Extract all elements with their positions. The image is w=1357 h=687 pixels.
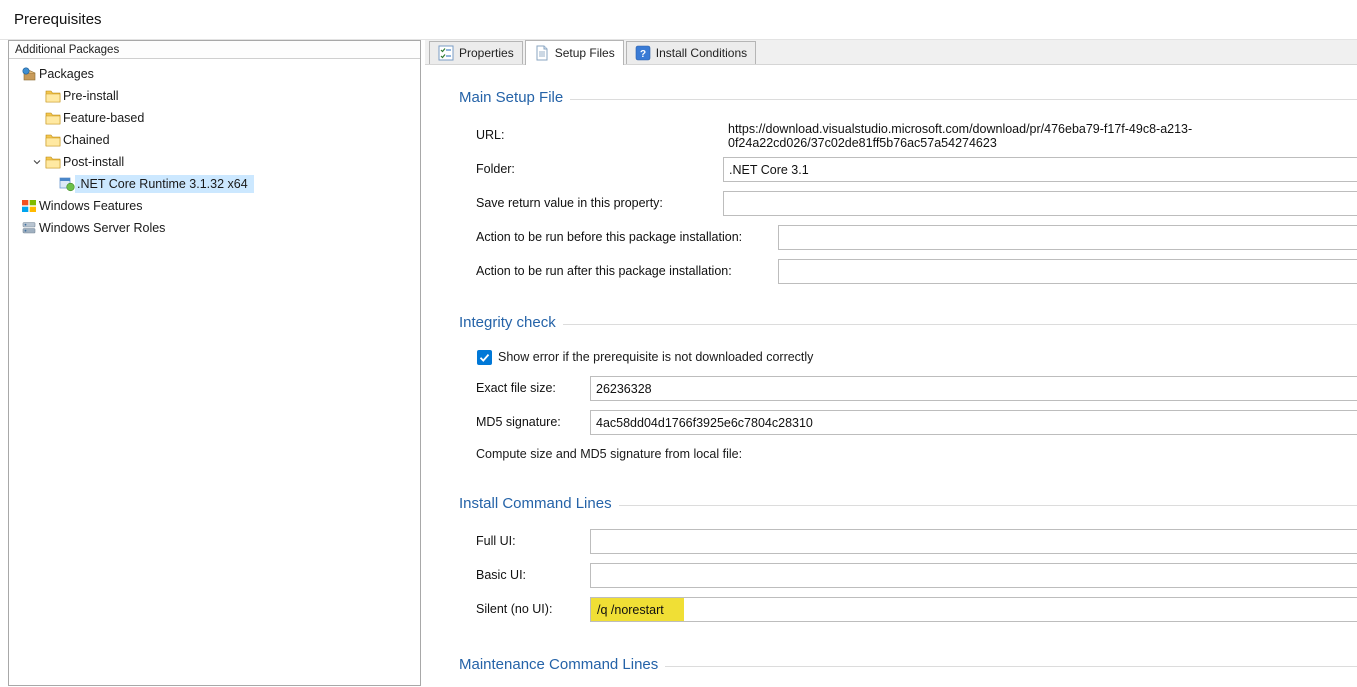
full-ui-row: Full UI: — [459, 524, 1357, 558]
windows-features-icon — [21, 198, 37, 214]
tab-label: Properties — [459, 46, 514, 60]
action-after-label: Action to be run after this package inst… — [476, 264, 732, 278]
tab-label: Install Conditions — [656, 46, 747, 60]
action-after-row: Action to be run after this package inst… — [459, 254, 1357, 288]
compute-row: Compute size and MD5 signature from loca… — [459, 439, 1357, 469]
section-rule — [619, 505, 1357, 506]
file-size-row: Exact file size: — [459, 371, 1357, 405]
windows-server-roles-icon — [21, 220, 37, 236]
tab-properties[interactable]: Properties — [429, 41, 523, 64]
compute-label: Compute size and MD5 signature from loca… — [476, 447, 742, 461]
section-rule — [570, 99, 1357, 100]
sidebar: Additional Packages Packages Pre-install… — [8, 40, 421, 686]
show-error-checkbox[interactable] — [477, 350, 492, 365]
md5-row: MD5 signature: — [459, 405, 1357, 439]
silent-row: Silent (no UI): /q /norestart — [459, 592, 1357, 626]
full-ui-label: Full UI: — [476, 534, 516, 548]
section-install-command-lines: Install Command Lines — [459, 495, 1357, 512]
show-error-row: Show error if the prerequisite is not do… — [459, 343, 1357, 371]
basic-ui-input[interactable] — [590, 563, 1357, 588]
netcore-package-icon — [59, 176, 75, 192]
basic-ui-row: Basic UI: — [459, 558, 1357, 592]
tree-item-netcore-runtime[interactable]: .NET Core Runtime 3.1.32 x64 — [9, 173, 420, 195]
folder-icon — [45, 132, 61, 148]
properties-icon — [438, 45, 454, 61]
section-title: Install Command Lines — [459, 495, 612, 512]
save-return-input[interactable] — [723, 191, 1357, 216]
tree-item-label: Pre-install — [63, 89, 119, 103]
action-before-input[interactable] — [778, 225, 1357, 250]
chevron-down-icon[interactable] — [29, 154, 45, 170]
md5-label: MD5 signature: — [476, 415, 561, 429]
save-return-label: Save return value in this property: — [476, 196, 663, 210]
file-size-label: Exact file size: — [476, 381, 556, 395]
setup-files-panel: Main Setup File URL: https://download.vi… — [425, 65, 1357, 686]
setup-files-icon — [534, 45, 550, 61]
silent-input[interactable]: /q /norestart — [590, 597, 1357, 622]
page-title: Prerequisites — [0, 0, 1357, 40]
tab-setup-files[interactable]: Setup Files — [525, 40, 624, 65]
action-after-input[interactable] — [778, 259, 1357, 284]
show-error-label: Show error if the prerequisite is not do… — [498, 350, 813, 364]
save-return-row: Save return value in this property: — [459, 186, 1357, 220]
tree-item-packages[interactable]: Packages — [9, 63, 420, 85]
section-title: Maintenance Command Lines — [459, 656, 658, 673]
url-label: URL: — [476, 128, 504, 142]
tree-item-pre-install[interactable]: Pre-install — [9, 85, 420, 107]
section-title: Integrity check — [459, 314, 556, 331]
basic-ui-label: Basic UI: — [476, 568, 526, 582]
action-before-row: Action to be run before this package ins… — [459, 220, 1357, 254]
url-input[interactable]: https://download.visualstudio.microsoft.… — [723, 123, 1357, 148]
folder-input[interactable] — [723, 157, 1357, 182]
action-before-label: Action to be run before this package ins… — [476, 230, 742, 244]
detail-pane: Properties Setup Files ? Install Conditi… — [425, 40, 1357, 686]
packages-icon — [21, 66, 37, 82]
section-rule — [665, 666, 1357, 667]
section-title: Main Setup File — [459, 89, 563, 106]
tab-bar: Properties Setup Files ? Install Conditi… — [425, 40, 1357, 65]
md5-input[interactable] — [590, 410, 1357, 435]
tree-item-windows-server-roles[interactable]: Windows Server Roles — [9, 217, 420, 239]
tab-label: Setup Files — [555, 46, 615, 60]
section-main-setup-file: Main Setup File — [459, 89, 1357, 106]
tree-item-label: Windows Server Roles — [39, 221, 165, 235]
full-ui-input[interactable] — [590, 529, 1357, 554]
install-conditions-icon: ? — [635, 45, 651, 61]
tree-item-post-install[interactable]: Post-install — [9, 151, 420, 173]
tab-install-conditions[interactable]: ? Install Conditions — [626, 41, 756, 64]
tree-item-label: Packages — [39, 67, 94, 81]
tree-item-chained[interactable]: Chained — [9, 129, 420, 151]
section-integrity-check: Integrity check — [459, 314, 1357, 331]
folder-icon — [45, 88, 61, 104]
tree-item-windows-features[interactable]: Windows Features — [9, 195, 420, 217]
tree-item-label: .NET Core Runtime 3.1.32 x64 — [77, 177, 248, 191]
tree-item-label: Feature-based — [63, 111, 144, 125]
url-row: URL: https://download.visualstudio.micro… — [459, 118, 1357, 152]
tree-item-label: Windows Features — [39, 199, 143, 213]
section-maintenance-command-lines: Maintenance Command Lines — [459, 656, 1357, 673]
tree-item-label: Chained — [63, 133, 110, 147]
folder-icon — [45, 110, 61, 126]
packages-tree: Packages Pre-install Feature-based Chain… — [9, 59, 420, 239]
folder-row: Folder: — [459, 152, 1357, 186]
folder-icon — [45, 154, 61, 170]
svg-text:?: ? — [640, 49, 646, 60]
sidebar-header: Additional Packages — [9, 41, 420, 59]
folder-label: Folder: — [476, 162, 515, 176]
section-rule — [563, 324, 1357, 325]
file-size-input[interactable] — [590, 376, 1357, 401]
tree-item-label: Post-install — [63, 155, 124, 169]
silent-label: Silent (no UI): — [476, 602, 552, 616]
silent-highlighted-value: /q /norestart — [591, 598, 684, 621]
main-area: Additional Packages Packages Pre-install… — [0, 40, 1357, 686]
tree-item-feature-based[interactable]: Feature-based — [9, 107, 420, 129]
